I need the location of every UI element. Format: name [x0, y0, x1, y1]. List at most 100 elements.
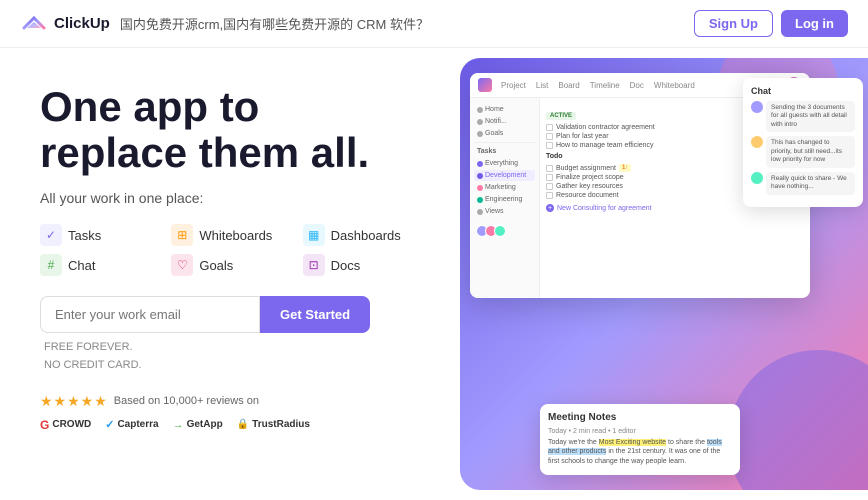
- mock-chat-bubble-3: Really quick to share - We have nothing.…: [766, 172, 855, 195]
- mock-sidebar-notifications: Notifi...: [474, 116, 535, 127]
- mock-avatar-row: [476, 225, 535, 237]
- mock-chat-msg-3: Really quick to share - We have nothing.…: [751, 172, 855, 195]
- mock-chat-bubble-1: Sending the 3 documents for all guests w…: [766, 101, 855, 132]
- mock-views-dot: [477, 209, 483, 215]
- mock-task1-label: Validation contractor agreement: [556, 124, 655, 131]
- email-form-row: Get Started: [40, 296, 428, 333]
- mock-sidebar-views: Views: [474, 206, 535, 217]
- mock-task4-checkbox: [546, 165, 553, 172]
- feature-goals: ♡ Goals: [171, 254, 296, 276]
- mock-task4-label: Budget assignment: [556, 165, 616, 172]
- feature-docs: ⊡ Docs: [303, 254, 428, 276]
- nav-search-query: 国内免费开源crm,国内有哪些免费开源的 CRM 软件？: [120, 14, 684, 33]
- mock-task2-checkbox: [546, 133, 553, 140]
- mock-tab-board: Board: [555, 80, 582, 91]
- mock-tab-list: List: [533, 80, 551, 91]
- mock-chat-avatar-3: [751, 172, 763, 184]
- mock-tab-timeline: Timeline: [587, 80, 623, 91]
- mock-chat-avatar-1: [751, 101, 763, 113]
- trust-trustradius: 🔒 TrustRadius: [237, 419, 310, 430]
- get-started-button[interactable]: Get Started: [260, 296, 370, 333]
- feature-dashboards-label: Dashboards: [331, 228, 401, 243]
- mock-task1-checkbox: [546, 124, 553, 131]
- mock-chat-title: Chat: [751, 86, 855, 96]
- mock-chat-msg-2: This has changed to priority, but still …: [751, 136, 855, 167]
- clickup-logo-icon: [20, 10, 48, 38]
- mock-chat-avatar-2: [751, 136, 763, 148]
- navbar: ClickUp 国内免费开源crm,国内有哪些免费开源的 CRM 软件？ Sig…: [0, 0, 868, 48]
- mock-goals-dot: [477, 131, 483, 137]
- star-rating: ★★★★★: [40, 393, 108, 410]
- main-content: One app to replace them all. All your wo…: [0, 48, 868, 500]
- mock-meeting-date: Today • 2 min read • 1 editor: [548, 428, 732, 435]
- feature-goals-label: Goals: [199, 258, 233, 273]
- mock-meeting-title: Meeting Notes: [548, 412, 732, 423]
- rating-text: Based on 10,000+ reviews on: [114, 395, 259, 407]
- ratings-row: ★★★★★ Based on 10,000+ reviews on: [40, 393, 428, 410]
- mock-task6-checkbox: [546, 183, 553, 190]
- mock-chat-msg-1: Sending the 3 documents for all guests w…: [751, 101, 855, 132]
- mock-add-task-label: New Consulting for agreement: [557, 205, 652, 212]
- mock-mkt-dot: [477, 185, 483, 191]
- mock-tab-doc: Doc: [627, 80, 647, 91]
- mock-sidebar-tasks-section: Tasks: [474, 146, 535, 157]
- mock-tab-whiteboard: Whiteboard: [651, 80, 698, 91]
- hero-subtitle: All your work in one place:: [40, 190, 428, 206]
- mock-chat-bubble-2: This has changed to priority, but still …: [766, 136, 855, 167]
- mock-home-dot: [477, 107, 483, 113]
- mock-task4-tag: 1↑: [619, 164, 631, 172]
- signup-button[interactable]: Sign Up: [694, 10, 773, 37]
- mock-sidebar-engineering: Engineering: [474, 194, 535, 205]
- mock-meeting-card: Meeting Notes Today • 2 min read • 1 edi…: [540, 404, 740, 475]
- mock-sidebar-development: Development: [474, 170, 535, 181]
- feature-chat-label: Chat: [68, 258, 95, 273]
- mock-notifications-dot: [477, 119, 483, 125]
- feature-chat: # Chat: [40, 254, 165, 276]
- trust-capterra: ✓ Capterra: [105, 418, 158, 431]
- mock-active-tag: ACTIVE: [546, 112, 576, 120]
- decoration-circle-1: [728, 350, 868, 490]
- mock-sidebar-goals: Goals: [474, 128, 535, 139]
- mock-meeting-content: Today we're the Most Exciting website to…: [548, 438, 732, 467]
- mock-sidebar-everything: Everything: [474, 158, 535, 169]
- logo: ClickUp: [20, 10, 110, 38]
- feature-docs-label: Docs: [331, 258, 361, 273]
- mock-logo-icon: [478, 78, 492, 92]
- mock-task5-label: Finalize project scope: [556, 174, 624, 181]
- feature-whiteboards-label: Whiteboards: [199, 228, 272, 243]
- right-panel: Project List Board Timeline Doc Whiteboa…: [460, 58, 868, 490]
- dashboards-icon: ▦: [303, 224, 325, 246]
- mock-sidebar-marketing: Marketing: [474, 182, 535, 193]
- nav-buttons: Sign Up Log in: [694, 10, 848, 37]
- trust-logos: G CROWD ✓ Capterra → GetApp 🔒 TrustRadiu…: [40, 418, 428, 432]
- chat-icon: #: [40, 254, 62, 276]
- mock-tab-project: Project: [498, 80, 529, 91]
- mock-nav-tabs: Project List Board Timeline Doc Whiteboa…: [498, 80, 698, 91]
- feature-tasks: ✓ Tasks: [40, 224, 165, 246]
- mock-task3-label: How to manage team efficiency: [556, 142, 654, 149]
- mock-task6-label: Gather key resources: [556, 183, 623, 190]
- login-button[interactable]: Log in: [781, 10, 848, 37]
- logo-text: ClickUp: [54, 15, 110, 32]
- free-note: FREE FOREVER. NO CREDIT CARD.: [44, 339, 428, 374]
- trust-getapp: → GetApp: [173, 419, 223, 431]
- mock-eng-dot: [477, 197, 483, 203]
- mock-task7-checkbox: [546, 192, 553, 199]
- email-input[interactable]: [40, 296, 260, 333]
- mock-av3: [494, 225, 506, 237]
- docs-icon: ⊡: [303, 254, 325, 276]
- trust-g-crowd: G CROWD: [40, 418, 91, 432]
- mock-everything-dot: [477, 161, 483, 167]
- hero-title: One app to replace them all.: [40, 84, 428, 176]
- mock-sidebar: Home Notifi... Goals Tasks Everything: [470, 98, 540, 298]
- mock-task2-label: Plan for last year: [556, 133, 609, 140]
- mock-sidebar-home: Home: [474, 104, 535, 115]
- mock-task5-checkbox: [546, 174, 553, 181]
- left-panel: One app to replace them all. All your wo…: [0, 48, 460, 500]
- feature-whiteboards: ⊞ Whiteboards: [171, 224, 296, 246]
- mock-dev-dot: [477, 173, 483, 179]
- feature-tasks-label: Tasks: [68, 228, 101, 243]
- goals-icon: ♡: [171, 254, 193, 276]
- feature-grid: ✓ Tasks ⊞ Whiteboards ▦ Dashboards # Cha…: [40, 224, 428, 276]
- mock-sidebar-divider: [474, 142, 535, 143]
